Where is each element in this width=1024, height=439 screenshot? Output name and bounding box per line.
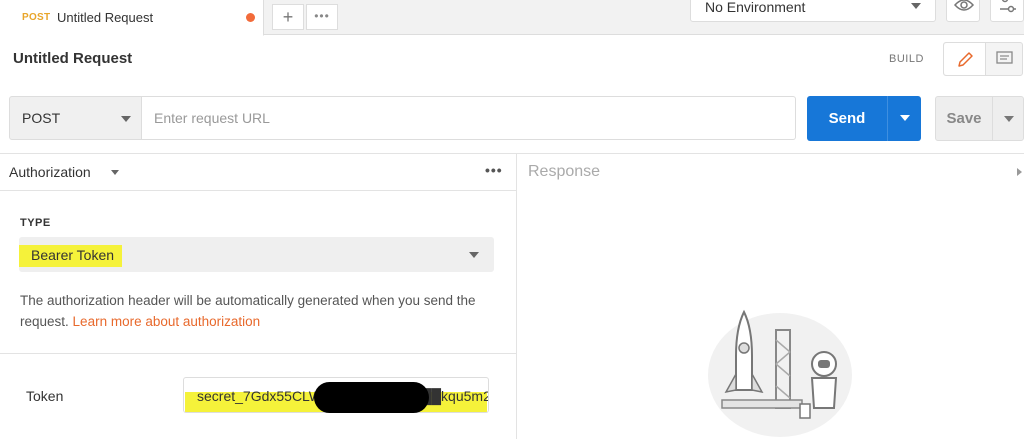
request-title[interactable]: Untitled Request [13,50,132,67]
send-options-button[interactable] [887,96,921,141]
chevron-down-icon [1004,116,1014,122]
tab-title: Untitled Request [57,10,154,25]
eye-icon [953,0,975,11]
chevron-right-icon[interactable] [1017,168,1022,176]
pane-resize-handle[interactable] [516,153,517,439]
save-button[interactable]: Save [935,96,1024,141]
environment-quick-look-button[interactable] [946,0,980,22]
learn-more-link[interactable]: Learn more about authorization [73,314,261,329]
mode-label: BUILD [889,53,924,65]
response-title: Response [528,163,601,180]
chevron-down-icon [469,252,479,258]
plus-icon: + [282,7,294,27]
url-input[interactable] [142,96,796,140]
tab-bar: POST Untitled Request + ••• No Environme… [0,0,1024,36]
chevron-down-icon [911,3,921,9]
save-options-button[interactable] [992,97,1024,140]
manage-environments-button[interactable] [990,0,1024,22]
unsaved-indicator-icon [246,13,255,22]
auth-type-selected-label: Bearer Token [31,247,115,263]
pencil-icon [958,52,973,67]
rocket-astronaut-illustration [708,309,852,437]
environment-select[interactable]: No Environment [690,0,936,22]
tab-options-button[interactable]: ••• [306,4,338,30]
tab-method-badge: POST [22,12,51,23]
environment-selected-label: No Environment [705,0,806,15]
comment-icon [996,51,1013,64]
divider [0,190,516,191]
method-selected-label: POST [22,110,61,126]
chevron-down-icon [121,116,131,122]
chevron-down-icon[interactable] [111,170,119,175]
sliders-icon [1000,0,1016,13]
redaction-mark [314,382,429,413]
chevron-down-icon [900,115,910,121]
auth-section-tab[interactable]: Authorization [9,164,91,180]
more-horizontal-icon: ••• [314,9,330,23]
method-select[interactable]: POST [9,96,142,140]
auth-type-label: TYPE [20,217,51,229]
token-label: Token [26,388,64,404]
request-tab[interactable]: POST Untitled Request [0,0,264,36]
comments-button[interactable] [986,43,1023,75]
save-button-label: Save [946,110,982,127]
divider [0,353,516,354]
send-button-label: Send [828,110,866,127]
divider [0,153,1024,154]
new-tab-button[interactable]: + [272,4,304,30]
send-button[interactable]: Send [807,96,921,141]
more-options-icon[interactable]: ••• [485,162,503,178]
mode-toggle [943,42,1023,76]
auth-description: The authorization header will be automat… [20,290,500,332]
edit-mode-button[interactable] [944,43,986,75]
auth-type-select[interactable]: Bearer Token [19,237,494,272]
